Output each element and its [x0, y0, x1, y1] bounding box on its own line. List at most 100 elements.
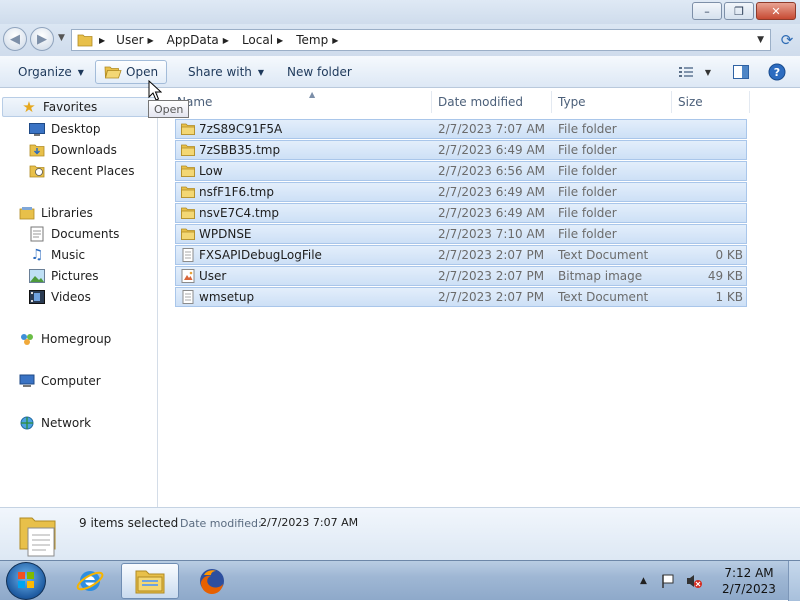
column-header-name[interactable]: Name ▲	[171, 90, 431, 113]
recent-pages-dropdown[interactable]: ▼	[58, 33, 65, 43]
nav-favorites[interactable]: ★ Favorites	[2, 97, 158, 117]
volume-muted-icon[interactable]	[685, 573, 703, 589]
nav-homegroup[interactable]: Homegroup	[19, 329, 111, 349]
breadcrumb-label: User	[116, 33, 144, 47]
star-icon: ★	[22, 98, 36, 116]
table-row[interactable]: FXSAPIDebugLogFile 2/7/2023 2:07 PM Text D…	[175, 245, 747, 265]
taskbar-internet-explorer[interactable]	[61, 563, 119, 599]
date-modified-value: 2/7/2023 7:07 AM	[260, 516, 359, 529]
nav-libraries[interactable]: Libraries	[19, 203, 93, 223]
nav-label: Downloads	[51, 143, 117, 157]
nav-computer[interactable]: Computer	[19, 371, 101, 391]
show-desktop-button[interactable]	[788, 561, 800, 601]
table-row[interactable]: Low 2/7/2023 6:56 AM File folder	[175, 161, 747, 181]
view-list-icon	[679, 67, 693, 77]
table-row[interactable]: WPDNSE 2/7/2023 7:10 AM File folder	[175, 224, 747, 244]
text-file-icon	[182, 248, 194, 262]
show-hidden-icons-arrow[interactable]: ▲	[640, 576, 647, 586]
table-row[interactable]: nsvE7C4.tmp 2/7/2023 6:49 AM File folder	[175, 203, 747, 223]
breadcrumb-appdata[interactable]: AppData ▶	[164, 30, 239, 50]
breadcrumb-label: Temp	[296, 33, 329, 47]
table-row[interactable]: User 2/7/2023 2:07 PM Bitmap image 49 KB	[175, 266, 747, 286]
address-dropdown-icon[interactable]: ▼	[757, 35, 764, 45]
file-name: FXSAPIDebugLogFile	[199, 248, 322, 262]
forward-button[interactable]: ▶	[30, 27, 54, 51]
file-date-modified: 2/7/2023 6:49 AM	[438, 185, 546, 199]
text-file-icon	[182, 290, 194, 304]
table-row[interactable]: 7zSBB35.tmp 2/7/2023 6:49 AM File folder	[175, 140, 747, 160]
firefox-icon	[200, 569, 224, 595]
column-header-size[interactable]: Size	[672, 91, 748, 113]
breadcrumb-temp[interactable]: Temp ▶	[293, 30, 348, 50]
file-date-modified: 2/7/2023 2:07 PM	[438, 290, 545, 304]
nav-music[interactable]: ♫ Music	[29, 245, 85, 265]
action-center-flag-icon[interactable]	[661, 573, 677, 589]
refresh-icon[interactable]: ⟳	[776, 29, 798, 51]
file-size: 1 KB	[715, 290, 743, 304]
table-row[interactable]: 7zS89C91F5A 2/7/2023 7:07 AM File folder	[175, 119, 747, 139]
view-options-button[interactable]	[676, 62, 696, 82]
breadcrumb-root-chevron[interactable]: ▶	[99, 36, 105, 45]
column-label: Type	[558, 95, 586, 109]
libraries-icon	[19, 205, 35, 221]
file-name: Low	[199, 164, 223, 178]
address-bar[interactable]: ▶ User ▶ AppData ▶ Local ▶ Temp ▶ ▼	[71, 29, 771, 51]
share-with-button[interactable]: Share with ▼	[180, 60, 272, 84]
nav-videos[interactable]: Videos	[29, 287, 91, 307]
table-row[interactable]: wmsetup 2/7/2023 2:07 PM Text Document 1 KB	[175, 287, 747, 307]
file-size: 49 KB	[707, 269, 743, 283]
nav-downloads[interactable]: Downloads	[29, 140, 117, 160]
back-button[interactable]: ◀	[3, 27, 27, 51]
chevron-right-icon[interactable]: ▶	[223, 36, 229, 45]
column-header-date-modified[interactable]: Date modified	[432, 91, 550, 113]
nav-label: Homegroup	[41, 332, 112, 346]
nav-label: Videos	[51, 290, 91, 304]
file-type: File folder	[558, 206, 617, 220]
nav-network[interactable]: Network	[19, 413, 91, 433]
preview-pane-button[interactable]	[731, 62, 751, 82]
new-folder-button[interactable]: New folder	[279, 60, 360, 84]
breadcrumb-user[interactable]: User ▶	[113, 30, 164, 50]
videos-icon	[29, 289, 45, 305]
close-button[interactable]: ✕	[756, 2, 796, 20]
chevron-right-icon[interactable]: ▶	[277, 36, 283, 45]
view-dropdown-arrow[interactable]: ▼	[698, 62, 718, 82]
nav-documents[interactable]: Documents	[29, 224, 119, 244]
internet-explorer-icon	[76, 571, 104, 591]
minimize-button[interactable]: –	[692, 2, 722, 20]
folder-icon	[181, 165, 195, 177]
nav-desktop[interactable]: Desktop	[29, 119, 101, 139]
file-name: nsvE7C4.tmp	[199, 206, 280, 220]
chevron-down-icon: ▼	[77, 67, 84, 77]
file-name: 7zSBB35.tmp	[199, 143, 281, 157]
maximize-button[interactable]: ❐	[724, 2, 754, 20]
file-date-modified: 2/7/2023 6:56 AM	[438, 164, 546, 178]
clock[interactable]: 7:12 AM 2/7/2023	[716, 565, 782, 597]
help-button[interactable]: ?	[767, 62, 787, 82]
column-divider[interactable]	[749, 91, 750, 113]
nav-label: Computer	[41, 374, 101, 388]
nav-pictures[interactable]: Pictures	[29, 266, 99, 286]
documents-icon	[29, 226, 45, 242]
column-header-type[interactable]: Type	[552, 91, 670, 113]
file-date-modified: 2/7/2023 7:07 AM	[438, 122, 546, 136]
chevron-right-icon[interactable]: ▶	[332, 36, 338, 45]
folder-icon	[181, 207, 195, 219]
start-button[interactable]	[6, 562, 46, 600]
clock-time: 7:12 AM	[724, 566, 774, 580]
file-name: wmsetup	[199, 290, 255, 304]
nav-recent-places[interactable]: Recent Places	[29, 161, 134, 181]
taskbar-windows-explorer[interactable]	[121, 563, 179, 599]
chevron-right-icon[interactable]: ▶	[148, 36, 154, 45]
table-row[interactable]: nsfF1F6.tmp 2/7/2023 6:49 AM File folder	[175, 182, 747, 202]
windows-logo-icon	[18, 572, 34, 588]
organize-button[interactable]: Organize ▼	[10, 60, 92, 84]
file-name: WPDNSE	[199, 227, 252, 241]
selection-count: 9 items selected	[79, 516, 179, 530]
file-type: Text Document	[558, 248, 649, 262]
file-type: File folder	[558, 227, 617, 241]
folder-icon	[77, 34, 93, 47]
file-type: File folder	[558, 164, 617, 178]
breadcrumb-local[interactable]: Local ▶	[239, 30, 293, 50]
taskbar-firefox[interactable]	[183, 563, 241, 599]
